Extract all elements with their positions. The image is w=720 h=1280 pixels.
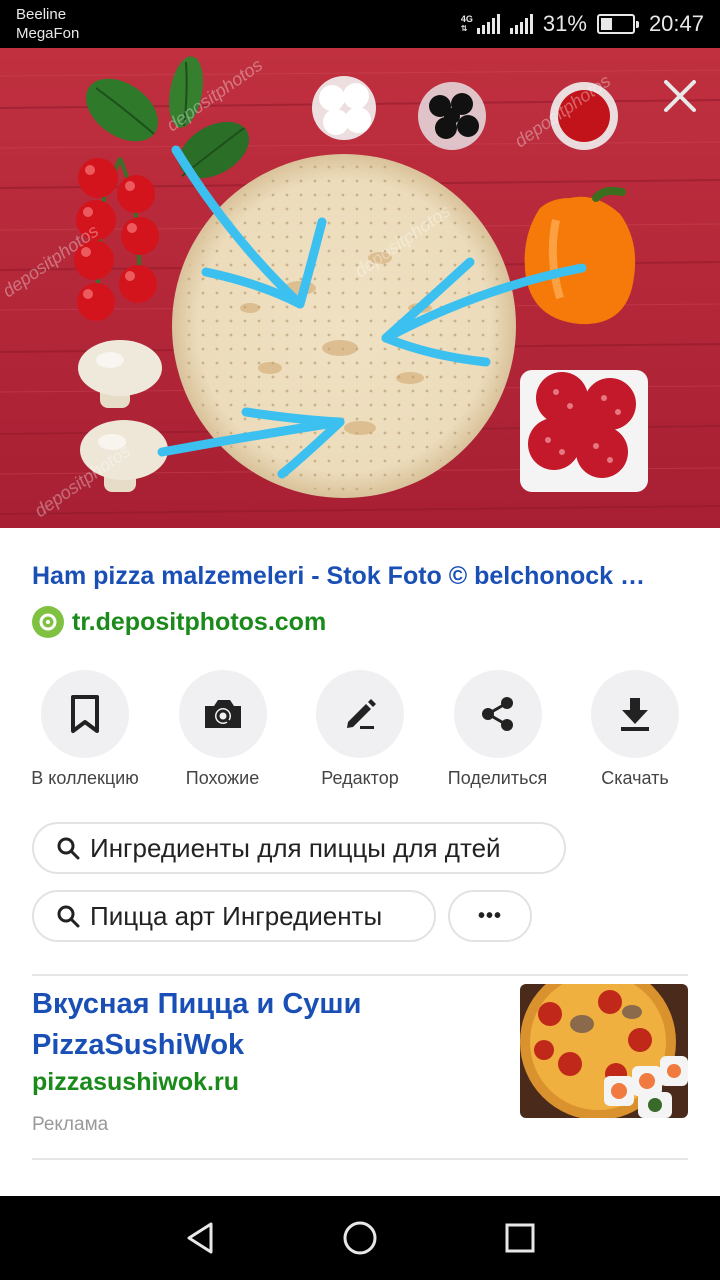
download-icon: [621, 698, 649, 731]
share-button[interactable]: Поделиться: [433, 670, 563, 789]
suggestion-chip[interactable]: Пицца арт Ингредиенты: [32, 890, 436, 942]
pizza-sushi-image: [520, 984, 688, 1118]
result-image[interactable]: depositphotos depositphotos depositphoto…: [0, 48, 720, 528]
suggestion-text: Ингредиенты для пиццы для дтей: [90, 832, 501, 863]
home-button[interactable]: [320, 1198, 400, 1278]
signal-icon-2: [509, 14, 533, 34]
result-title-link[interactable]: Ham pizza malzemeleri - Stok Foto © belc…: [32, 562, 692, 591]
more-suggestions-button[interactable]: •••: [448, 890, 532, 942]
close-icon: [664, 80, 696, 112]
clock: 20:47: [648, 11, 704, 36]
more-icon: •••: [477, 904, 502, 927]
recents-icon: [505, 1223, 535, 1253]
bookmark-icon: [71, 695, 99, 733]
camera-search-icon: [204, 700, 241, 728]
network-type: 4G ⇅: [460, 14, 473, 34]
status-bar: Beeline MegaFon 4G ⇅ 31% 20:47: [0, 0, 720, 48]
source-link[interactable]: tr.depositphotos.com: [32, 606, 326, 638]
close-button[interactable]: [648, 64, 712, 128]
ad-title-link[interactable]: Вкусная Пицца и Суши PizzaSushiWok: [32, 984, 492, 1066]
download-button[interactable]: Скачать: [570, 670, 700, 789]
action-label: Поделиться: [447, 768, 548, 788]
battery-icon: [596, 14, 639, 34]
back-button[interactable]: [160, 1198, 240, 1278]
signal-icon: [476, 14, 500, 34]
add-to-collection-button[interactable]: В коллекцию: [20, 670, 150, 789]
search-icon: [57, 837, 80, 860]
source-domain: tr.depositphotos.com: [72, 607, 327, 636]
carrier-1: Beeline: [16, 6, 67, 23]
search-icon: [57, 905, 80, 928]
status-indicators: 4G ⇅ 31% 20:47: [461, 10, 704, 38]
editor-button[interactable]: Редактор: [295, 670, 425, 789]
action-bar: В коллекцию Похожие Редактор Поделиться …: [20, 670, 700, 789]
suggestion-chip[interactable]: Ингредиенты для пиццы для дтей: [32, 822, 566, 874]
divider: [32, 1158, 688, 1160]
similar-button[interactable]: Похожие: [158, 670, 288, 789]
system-navigation-bar: [0, 1196, 720, 1280]
action-label: Похожие: [185, 768, 260, 788]
site-favicon-icon: [32, 606, 64, 638]
recents-button[interactable]: [480, 1198, 560, 1278]
pencil-icon: [347, 699, 376, 729]
suggestion-text: Пицца арт Ингредиенты: [90, 900, 383, 931]
action-label: В коллекцию: [31, 768, 139, 788]
battery-percent: 31%: [542, 11, 587, 36]
action-label: Редактор: [321, 768, 399, 788]
action-label: Скачать: [601, 768, 669, 788]
divider: [32, 974, 688, 976]
share-icon: [481, 697, 513, 731]
pizza-ingredients-photo: depositphotos depositphotos depositphoto…: [0, 48, 720, 528]
carrier-names: Beeline MegaFon: [16, 5, 79, 43]
home-icon: [343, 1221, 377, 1255]
back-icon: [187, 1222, 213, 1254]
ad-thumbnail[interactable]: [520, 984, 688, 1118]
ad-domain-link[interactable]: pizzasushiwok.ru: [32, 1068, 239, 1097]
carrier-2: MegaFon: [16, 25, 80, 42]
ad-label: Реклама: [32, 1114, 109, 1135]
result-details-panel: Ham pizza malzemeleri - Stok Foto © belc…: [0, 528, 720, 1196]
